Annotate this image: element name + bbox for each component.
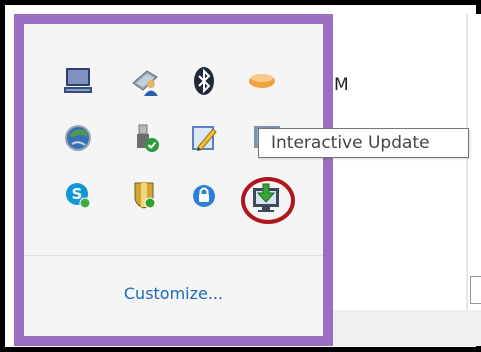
pill-capsule-icon[interactable] (244, 63, 280, 99)
red-circle-highlight (241, 177, 295, 224)
notepad-pencil-icon[interactable] (186, 120, 222, 156)
background-divider (466, 14, 468, 310)
notification-tray-overflow: S Customize... (14, 14, 333, 346)
vpn-lock-icon[interactable] (186, 177, 222, 213)
bluetooth-icon[interactable] (186, 63, 222, 99)
tray-separator (24, 255, 323, 256)
background-partial-text: M (334, 75, 349, 95)
keyboard-device-icon[interactable] (60, 63, 96, 99)
usb-safe-remove-icon[interactable] (127, 120, 163, 156)
background-text-field (470, 276, 481, 304)
skype-icon[interactable]: S (60, 177, 96, 213)
tooltip: Interactive Update (258, 128, 469, 158)
refresh-globe-icon[interactable] (60, 120, 96, 156)
network-user-icon[interactable] (127, 63, 163, 99)
security-shield-icon[interactable] (127, 177, 163, 213)
background-window (333, 14, 481, 310)
customize-link[interactable]: Customize... (24, 284, 323, 303)
background-taskbar-strip (333, 310, 481, 346)
